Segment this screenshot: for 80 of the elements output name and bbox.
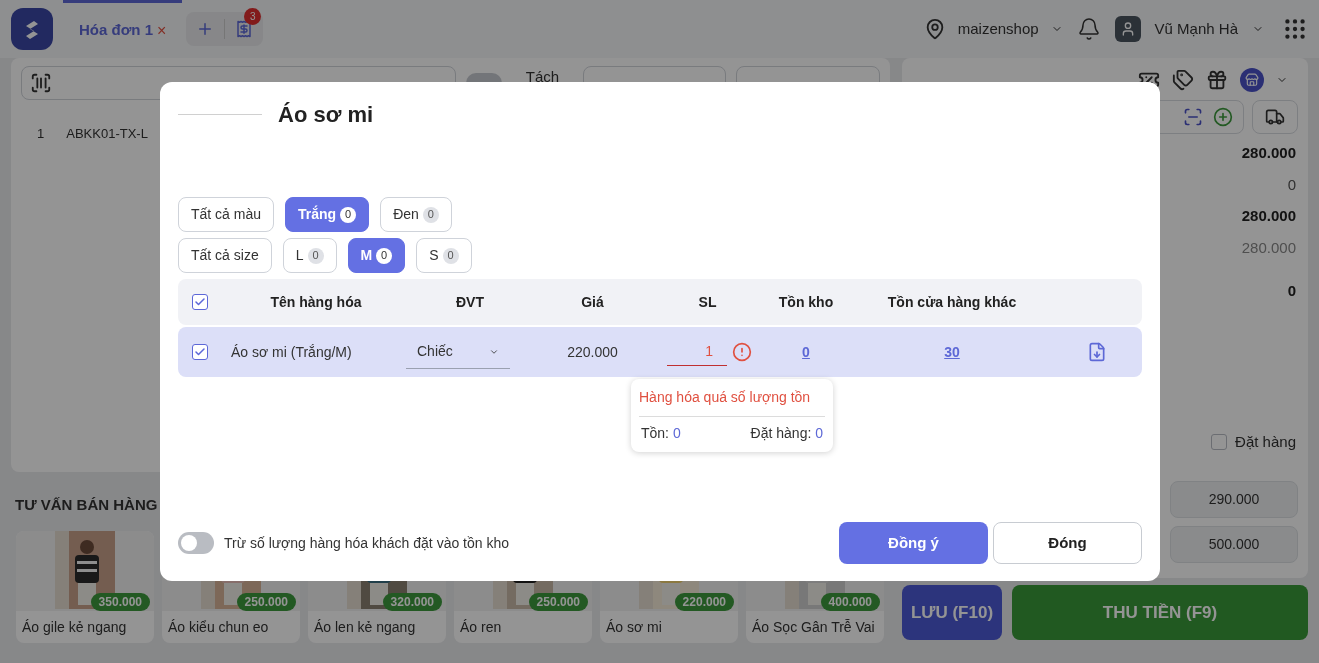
stock-info: Tồn: 0 bbox=[641, 424, 681, 443]
warning-icon bbox=[732, 342, 752, 362]
user-name[interactable]: Vũ Mạnh Hà bbox=[1154, 17, 1238, 41]
check-icon bbox=[194, 296, 206, 308]
filter-chip[interactable]: M 0 bbox=[347, 238, 406, 273]
column-header: Tên hàng hóa bbox=[270, 292, 362, 312]
filter-chip[interactable]: L 0 bbox=[282, 238, 337, 273]
filter-chip[interactable]: Trắng 0 bbox=[285, 197, 370, 232]
quantity-field[interactable]: 1 bbox=[667, 338, 727, 366]
toggle-switch[interactable] bbox=[178, 532, 214, 554]
notification-badge: 3 bbox=[244, 8, 262, 25]
summary-value: 280.000 bbox=[1241, 143, 1296, 163]
product-code: ABKK01-TX-L bbox=[66, 125, 148, 143]
truck-icon bbox=[1265, 107, 1285, 127]
delivery-button[interactable] bbox=[1252, 100, 1298, 134]
column-header: ĐVT bbox=[456, 292, 484, 312]
product-name: Áo ren bbox=[459, 617, 503, 637]
order-checkbox[interactable] bbox=[1211, 433, 1228, 450]
save-button[interactable]: LƯU (F10) bbox=[902, 585, 1002, 640]
price-badge: 220.000 bbox=[674, 592, 734, 611]
column-header: Tồn kho bbox=[778, 292, 834, 312]
price-badge: 250.000 bbox=[236, 592, 296, 611]
count-badge: 0 bbox=[442, 247, 459, 264]
apps-icon bbox=[1282, 16, 1308, 42]
count-badge: 0 bbox=[307, 247, 324, 264]
price-badge: 320.000 bbox=[382, 592, 442, 611]
amount-button[interactable]: 500.000 bbox=[1170, 526, 1298, 563]
summary-value: 0 bbox=[1287, 281, 1296, 301]
order-info: Đặt hàng: 0 bbox=[750, 424, 823, 443]
section-title: TƯ VẤN BÁN HÀNG bbox=[15, 495, 159, 515]
filter-chip[interactable]: Đen 0 bbox=[380, 197, 452, 232]
filter-chip[interactable]: Tất cả màu bbox=[178, 197, 275, 232]
row-checkbox[interactable] bbox=[192, 344, 208, 360]
filter-chip[interactable]: S 0 bbox=[416, 238, 472, 273]
product-card[interactable]: 350.000 Áo gile kẻ ngang bbox=[16, 530, 154, 643]
amount-button[interactable]: 290.000 bbox=[1170, 481, 1298, 518]
product-name: Áo gile kẻ ngang bbox=[21, 617, 128, 637]
stock-link[interactable]: 0 bbox=[802, 341, 810, 363]
check-icon bbox=[194, 346, 206, 358]
avatar-icon bbox=[1114, 16, 1141, 42]
summary-value: 0 bbox=[1287, 174, 1296, 195]
split-label: Tách bbox=[525, 67, 560, 87]
confirm-button[interactable]: Đồng ý bbox=[839, 522, 988, 564]
close-button[interactable]: Đóng bbox=[993, 522, 1142, 564]
price-badge: 350.000 bbox=[90, 592, 150, 611]
tag-icon bbox=[1172, 69, 1194, 91]
product-name: Áo len kẻ ngang bbox=[313, 617, 417, 637]
column-header: Giá bbox=[581, 292, 604, 312]
gift-icon bbox=[1206, 69, 1228, 91]
warning-message: Hàng hóa quá số lượng tồn bbox=[639, 388, 812, 407]
product-name: Áo kiểu chun eo bbox=[167, 617, 270, 637]
dialog-title: Áo sơ mi bbox=[278, 101, 374, 129]
price-cell-text: 220.000 bbox=[567, 342, 618, 362]
barcode-icon bbox=[30, 72, 52, 94]
scan-icon bbox=[1183, 107, 1203, 127]
product-name: Áo sơ mi bbox=[605, 617, 663, 637]
price-badge: 250.000 bbox=[528, 592, 588, 611]
other-stock-link[interactable]: 30 bbox=[944, 341, 960, 363]
receipt-icon bbox=[235, 20, 254, 38]
store-name[interactable]: maizenshop bbox=[957, 17, 1039, 41]
add-icon bbox=[1213, 107, 1233, 127]
column-header: Tồn cửa hàng khác bbox=[887, 292, 1017, 312]
unit-select[interactable]: Chiếc bbox=[406, 335, 510, 369]
product-name: Áo Sọc Gân Trễ Vai bbox=[751, 617, 876, 637]
count-badge: 0 bbox=[340, 206, 357, 223]
price-badge: 400.000 bbox=[820, 592, 880, 611]
select-all-checkbox[interactable] bbox=[192, 294, 208, 310]
filter-chip[interactable]: Tất cả size bbox=[178, 238, 272, 273]
order-label: Đặt hàng bbox=[1235, 431, 1296, 452]
bell-icon bbox=[1076, 17, 1101, 41]
row-number: 1 bbox=[37, 125, 45, 143]
count-badge: 0 bbox=[422, 206, 439, 223]
document-icon bbox=[1087, 342, 1107, 362]
store-icon bbox=[1240, 68, 1264, 92]
summary-value: 280.000 bbox=[1241, 206, 1296, 226]
logo-icon[interactable] bbox=[11, 8, 53, 50]
product-name: Áo sơ mi (Trắng/M) bbox=[230, 342, 353, 362]
count-badge: 0 bbox=[376, 247, 393, 264]
summary-value: 280.000 bbox=[1241, 237, 1296, 258]
column-header: SL bbox=[698, 292, 717, 312]
